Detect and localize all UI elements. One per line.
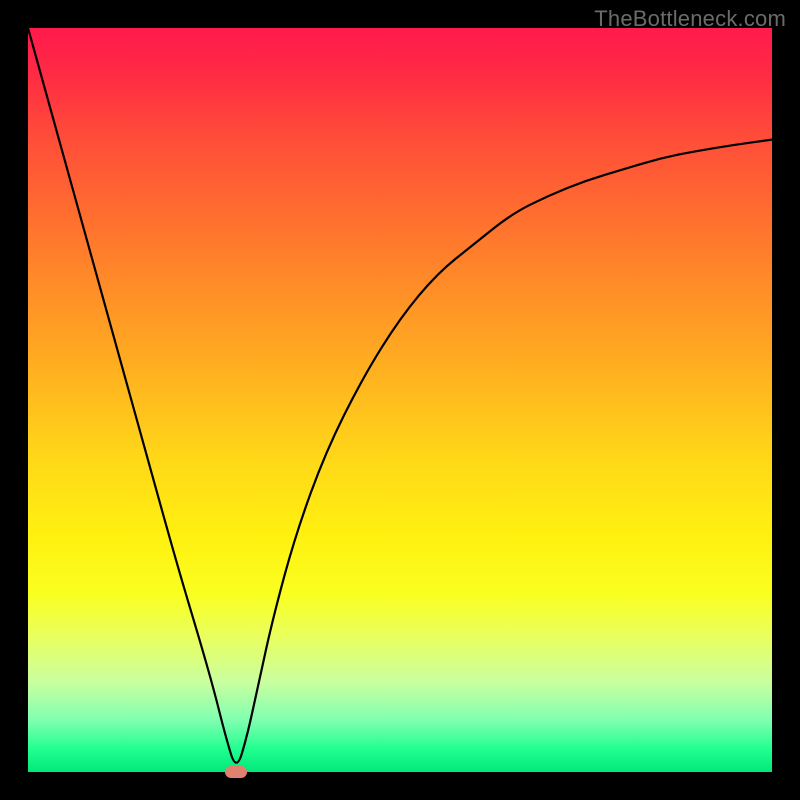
chart-frame: TheBottleneck.com bbox=[0, 0, 800, 800]
bottleneck-curve bbox=[28, 28, 772, 772]
minimum-marker bbox=[225, 766, 247, 778]
plot-area bbox=[28, 28, 772, 772]
